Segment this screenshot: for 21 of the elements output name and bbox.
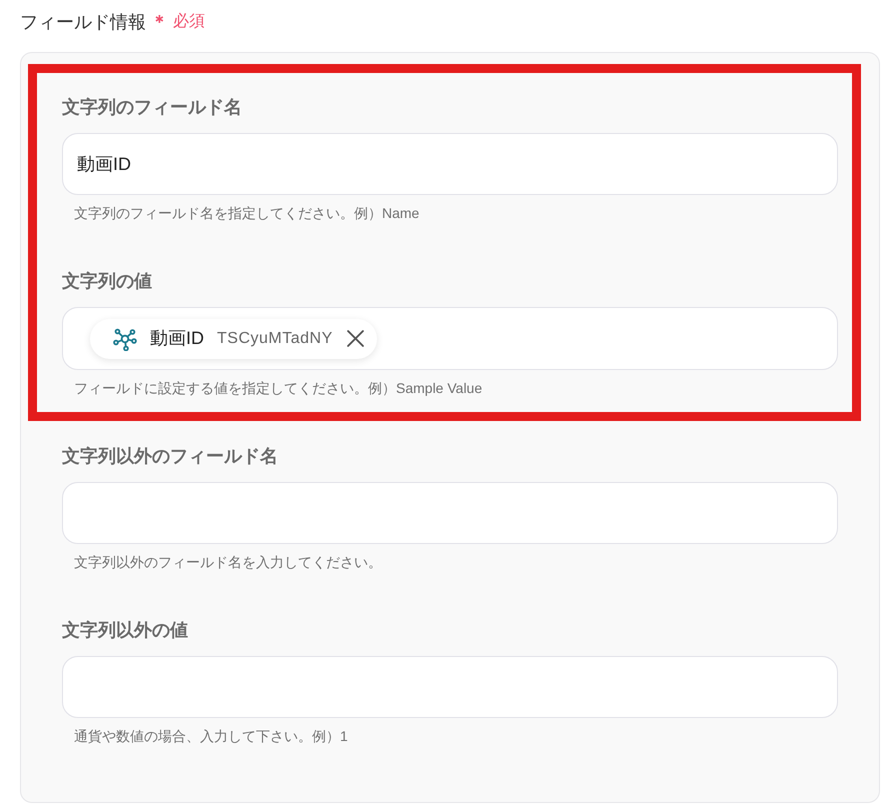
- input-field[interactable]: 動画ID: [62, 133, 838, 195]
- help-text: 文字列以外のフィールド名を入力してください。: [73, 553, 383, 572]
- field-label: 文字列以外のフィールド名: [62, 445, 279, 468]
- input-field[interactable]: 動画ID TSCyuMTadNY: [62, 307, 838, 370]
- field-label: 文字列のフィールド名: [62, 96, 243, 119]
- help-text: フィールドに設定する値を指定してください。例）Sample Value: [73, 379, 484, 398]
- input-field[interactable]: [62, 656, 838, 718]
- input-field[interactable]: [62, 482, 838, 544]
- required-mark: ＊: [151, 11, 168, 33]
- variable-chip[interactable]: 動画ID TSCyuMTadNY: [90, 318, 377, 358]
- chip-name: 動画ID: [150, 327, 204, 350]
- required-label: 必須: [173, 12, 205, 32]
- field-label: 文字列の値: [62, 270, 153, 293]
- help-text: 文字列のフィールド名を指定してください。例）Name: [73, 204, 420, 223]
- field-label: 文字列以外の値: [62, 619, 189, 642]
- chip-value: TSCyuMTadNY: [217, 328, 333, 348]
- close-icon: [346, 330, 364, 347]
- network-icon: [113, 326, 137, 350]
- remove-chip-button[interactable]: [346, 330, 364, 347]
- section-title: フィールド情報: [20, 11, 146, 34]
- help-text: 通貨や数値の場合、入力して下さい。例）1: [73, 727, 349, 746]
